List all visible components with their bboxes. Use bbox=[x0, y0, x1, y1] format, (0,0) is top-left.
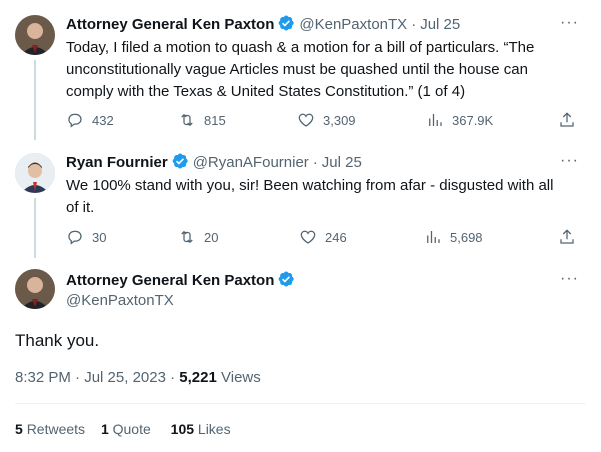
retweet-icon bbox=[181, 113, 193, 127]
avatar[interactable] bbox=[15, 15, 55, 55]
analytics-icon bbox=[427, 231, 440, 243]
dot-separator: · bbox=[170, 369, 176, 386]
more-options-button[interactable]: ··· bbox=[560, 152, 579, 170]
tweet-text: Today, I filed a motion to quash & a mot… bbox=[66, 39, 535, 100]
heart-icon bbox=[298, 113, 314, 127]
share-button[interactable] bbox=[558, 228, 576, 246]
reply-icon bbox=[68, 230, 82, 245]
retweet-count: 20 bbox=[204, 229, 219, 245]
likes-label: Likes bbox=[197, 421, 231, 437]
author-name[interactable]: Attorney General Ken Paxton bbox=[66, 272, 274, 289]
dot-separator: · bbox=[75, 369, 81, 386]
views-button[interactable]: 5,698 bbox=[424, 228, 483, 246]
views-count: 367.9K bbox=[452, 112, 494, 128]
views-label: Views bbox=[221, 369, 261, 386]
reply-count: 432 bbox=[92, 112, 114, 128]
engagement-stats: 5 Retweets 1 Quote 105 Likes bbox=[15, 421, 231, 437]
tweet-text: We 100% stand with you, sir! Been watchi… bbox=[66, 177, 554, 216]
reply-icon bbox=[68, 113, 82, 128]
share-icon bbox=[560, 112, 574, 127]
retweet-icon bbox=[181, 230, 193, 244]
avatar[interactable] bbox=[15, 153, 55, 193]
tweet-time[interactable]: Jul 25 bbox=[420, 16, 460, 33]
quotes-label: Quote bbox=[112, 421, 151, 437]
reply-button[interactable]: 432 bbox=[66, 111, 114, 129]
heart-icon bbox=[300, 230, 316, 244]
like-count: 246 bbox=[325, 229, 347, 245]
retweet-button[interactable]: 815 bbox=[178, 111, 226, 129]
thread-line bbox=[34, 198, 36, 258]
views-count: 5,221 bbox=[179, 369, 217, 386]
retweets-stat[interactable]: 5 Retweets bbox=[15, 421, 85, 437]
author-handle[interactable]: @RyanAFournier bbox=[193, 154, 309, 171]
tweet-actions: 432 815 3,309 367.9K bbox=[66, 111, 586, 131]
retweets-count: 5 bbox=[15, 421, 23, 437]
views-count: 5,698 bbox=[450, 229, 483, 245]
main-tweet-text: Thank you. bbox=[15, 331, 100, 350]
author-name[interactable]: Attorney General Ken Paxton bbox=[66, 16, 274, 33]
retweets-label: Retweets bbox=[26, 421, 86, 437]
tweet-time[interactable]: 8:32 PM bbox=[15, 369, 71, 386]
tweet-date[interactable]: Jul 25, 2023 bbox=[84, 369, 166, 386]
retweet-button[interactable]: 20 bbox=[178, 228, 218, 246]
verified-badge-icon bbox=[279, 15, 295, 31]
reply-count: 30 bbox=[92, 229, 107, 245]
dot-separator: · bbox=[312, 154, 318, 171]
more-options-button[interactable]: ··· bbox=[560, 14, 579, 32]
main-tweet-author: Attorney General Ken Paxton bbox=[66, 270, 299, 291]
like-count: 3,309 bbox=[323, 112, 356, 128]
more-options-button[interactable]: ··· bbox=[560, 270, 579, 288]
likes-stat[interactable]: 105 Likes bbox=[171, 421, 231, 437]
thread-line bbox=[34, 60, 36, 140]
views-button[interactable]: 367.9K bbox=[426, 111, 493, 129]
share-icon bbox=[560, 229, 574, 244]
dot-separator: · bbox=[411, 16, 417, 33]
author-handle[interactable]: @KenPaxtonTX bbox=[299, 16, 407, 33]
analytics-icon bbox=[429, 114, 442, 126]
tweet-meta: 8:32 PM · Jul 25, 2023 · 5,221 Views bbox=[15, 369, 261, 386]
verified-badge-icon bbox=[279, 271, 295, 287]
share-button[interactable] bbox=[558, 111, 576, 129]
retweet-count: 815 bbox=[204, 112, 226, 128]
tweet-time[interactable]: Jul 25 bbox=[322, 154, 362, 171]
like-button[interactable]: 246 bbox=[299, 228, 347, 246]
tweet-header: Ryan Fournier @RyanAFournier · Jul 25 bbox=[66, 152, 362, 173]
tweet-header: Attorney General Ken Paxton @KenPaxtonTX ·… bbox=[66, 14, 460, 35]
author-handle[interactable]: @KenPaxtonTX bbox=[66, 291, 174, 311]
like-button[interactable]: 3,309 bbox=[297, 111, 356, 129]
quotes-stat[interactable]: 1 Quote bbox=[101, 421, 151, 437]
verified-badge-icon bbox=[172, 153, 188, 169]
divider bbox=[15, 403, 586, 404]
likes-count: 105 bbox=[170, 421, 195, 437]
quotes-count: 1 bbox=[100, 421, 109, 437]
author-name[interactable]: Ryan Fournier bbox=[66, 154, 168, 171]
tweet-actions: 30 20 246 5,698 bbox=[66, 228, 586, 248]
reply-button[interactable]: 30 bbox=[66, 228, 106, 246]
avatar[interactable] bbox=[15, 269, 55, 309]
